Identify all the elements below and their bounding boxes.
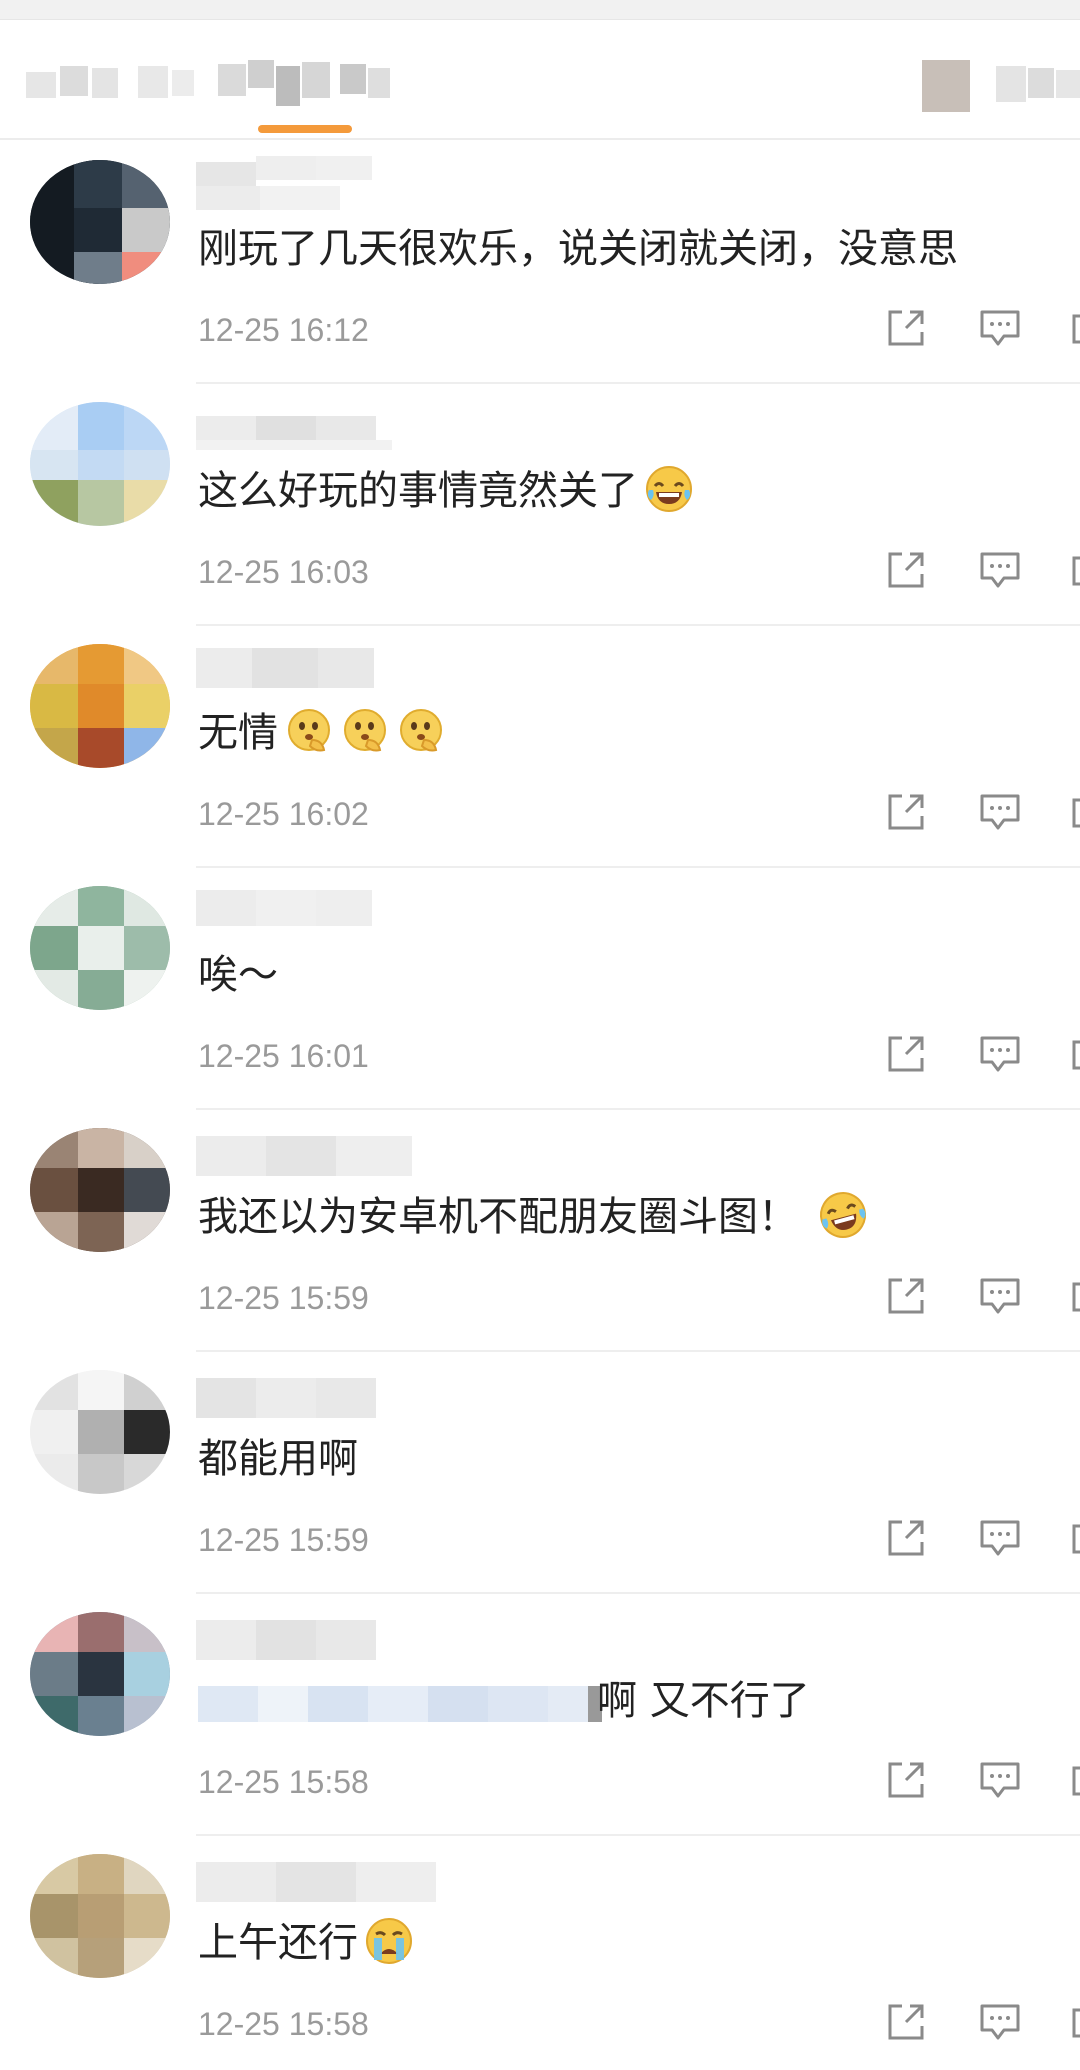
- comment-text: 刚玩了几天很欢乐，说关闭就关闭，没意思: [198, 226, 958, 272]
- comment-item: 无情 12-25 16:02: [0, 626, 1080, 868]
- share-icon[interactable]: [884, 2000, 928, 2044]
- avatar[interactable]: [30, 1854, 170, 1978]
- reply-icon[interactable]: [978, 1032, 1022, 1076]
- timestamp: 12-25 16:12: [198, 312, 369, 348]
- tab-1-pixelated-label: [26, 60, 194, 112]
- avatar[interactable]: [30, 1370, 170, 1494]
- timestamp: 12-25 15:59: [198, 1280, 369, 1316]
- reply-icon[interactable]: [978, 2000, 1022, 2044]
- avatar[interactable]: [30, 402, 170, 526]
- comment-item: 啊 又不行了 12-25 15:58: [0, 1594, 1080, 1836]
- comment-item: 上午还行 12-25 15:58: [0, 1836, 1080, 2070]
- comment-text: 上午还行: [198, 1916, 414, 1970]
- comment-text: 唉～: [198, 952, 278, 998]
- more-icon[interactable]: [1068, 1758, 1080, 1802]
- share-icon[interactable]: [884, 1032, 928, 1076]
- active-tab-indicator: [258, 125, 352, 133]
- redacted-text-block: [198, 1686, 603, 1722]
- avatar[interactable]: [30, 644, 170, 768]
- tab-3[interactable]: [922, 60, 1080, 112]
- laugh-cry-emoji-icon: [644, 464, 694, 514]
- laugh-cry-emoji-icon: [818, 1190, 868, 1240]
- status-bar: [0, 0, 1080, 20]
- reply-icon[interactable]: [978, 1758, 1022, 1802]
- comment-text: 都能用啊: [198, 1436, 358, 1482]
- timestamp: 12-25 16:02: [198, 796, 369, 832]
- avatar[interactable]: [30, 886, 170, 1010]
- reply-icon[interactable]: [978, 790, 1022, 834]
- timestamp: 12-25 15:58: [198, 1764, 369, 1800]
- avatar[interactable]: [30, 160, 170, 284]
- comment-text: 我还以为安卓机不配朋友圈斗图！: [198, 1190, 868, 1244]
- share-icon[interactable]: [884, 790, 928, 834]
- reply-icon[interactable]: [978, 548, 1022, 592]
- crying-emoji-icon: [364, 1916, 414, 1966]
- timestamp: 12-25 15:58: [198, 2006, 369, 2042]
- avatar[interactable]: [30, 1128, 170, 1252]
- more-icon[interactable]: [1068, 790, 1080, 834]
- more-icon[interactable]: [1068, 2000, 1080, 2044]
- username-pixelated[interactable]: [196, 1124, 416, 1176]
- more-icon[interactable]: [1068, 306, 1080, 350]
- timestamp: 12-25 16:01: [198, 1038, 369, 1074]
- more-icon[interactable]: [1068, 1516, 1080, 1560]
- timestamp: 12-25 15:59: [198, 1522, 369, 1558]
- timestamp: 12-25 16:03: [198, 554, 369, 590]
- username-pixelated[interactable]: [196, 640, 426, 690]
- avatar[interactable]: [30, 1612, 170, 1736]
- comment-text: 这么好玩的事情竟然关了: [198, 464, 694, 518]
- username-pixelated[interactable]: [196, 156, 426, 210]
- tab-1[interactable]: [26, 60, 194, 112]
- tab-bar: [0, 20, 1080, 140]
- tab-3-pixelated-label: [922, 60, 1080, 112]
- tab-2-pixelated-label: [218, 60, 390, 112]
- thinking-emoji-icon: [340, 706, 390, 756]
- thinking-emoji-icon: [284, 706, 334, 756]
- comment-item: 唉～ 12-25 16:01: [0, 868, 1080, 1110]
- comment-item: 这么好玩的事情竟然关了 12-25 16:03: [0, 384, 1080, 626]
- more-icon[interactable]: [1068, 548, 1080, 592]
- username-pixelated[interactable]: [196, 1366, 426, 1418]
- username-pixelated[interactable]: [196, 1850, 436, 1902]
- reply-icon[interactable]: [978, 1274, 1022, 1318]
- tab-2-active[interactable]: [218, 60, 390, 112]
- comment-text: 无情: [198, 706, 446, 760]
- share-icon[interactable]: [884, 1516, 928, 1560]
- reply-icon[interactable]: [978, 306, 1022, 350]
- share-icon[interactable]: [884, 1274, 928, 1318]
- username-pixelated[interactable]: [196, 882, 426, 932]
- comment-item: 我还以为安卓机不配朋友圈斗图！ 12-25 15:59: [0, 1110, 1080, 1352]
- username-pixelated[interactable]: [196, 398, 426, 450]
- share-icon[interactable]: [884, 1758, 928, 1802]
- thinking-emoji-icon: [396, 706, 446, 756]
- share-icon[interactable]: [884, 548, 928, 592]
- more-icon[interactable]: [1068, 1032, 1080, 1076]
- comment-item: 都能用啊 12-25 15:59: [0, 1352, 1080, 1594]
- reply-icon[interactable]: [978, 1516, 1022, 1560]
- more-icon[interactable]: [1068, 1274, 1080, 1318]
- comment-text: 啊 又不行了: [597, 1678, 810, 1724]
- comment-item: 刚玩了几天很欢乐，说关闭就关闭，没意思 12-25 16:12: [0, 142, 1080, 384]
- username-pixelated[interactable]: [196, 1608, 426, 1660]
- share-icon[interactable]: [884, 306, 928, 350]
